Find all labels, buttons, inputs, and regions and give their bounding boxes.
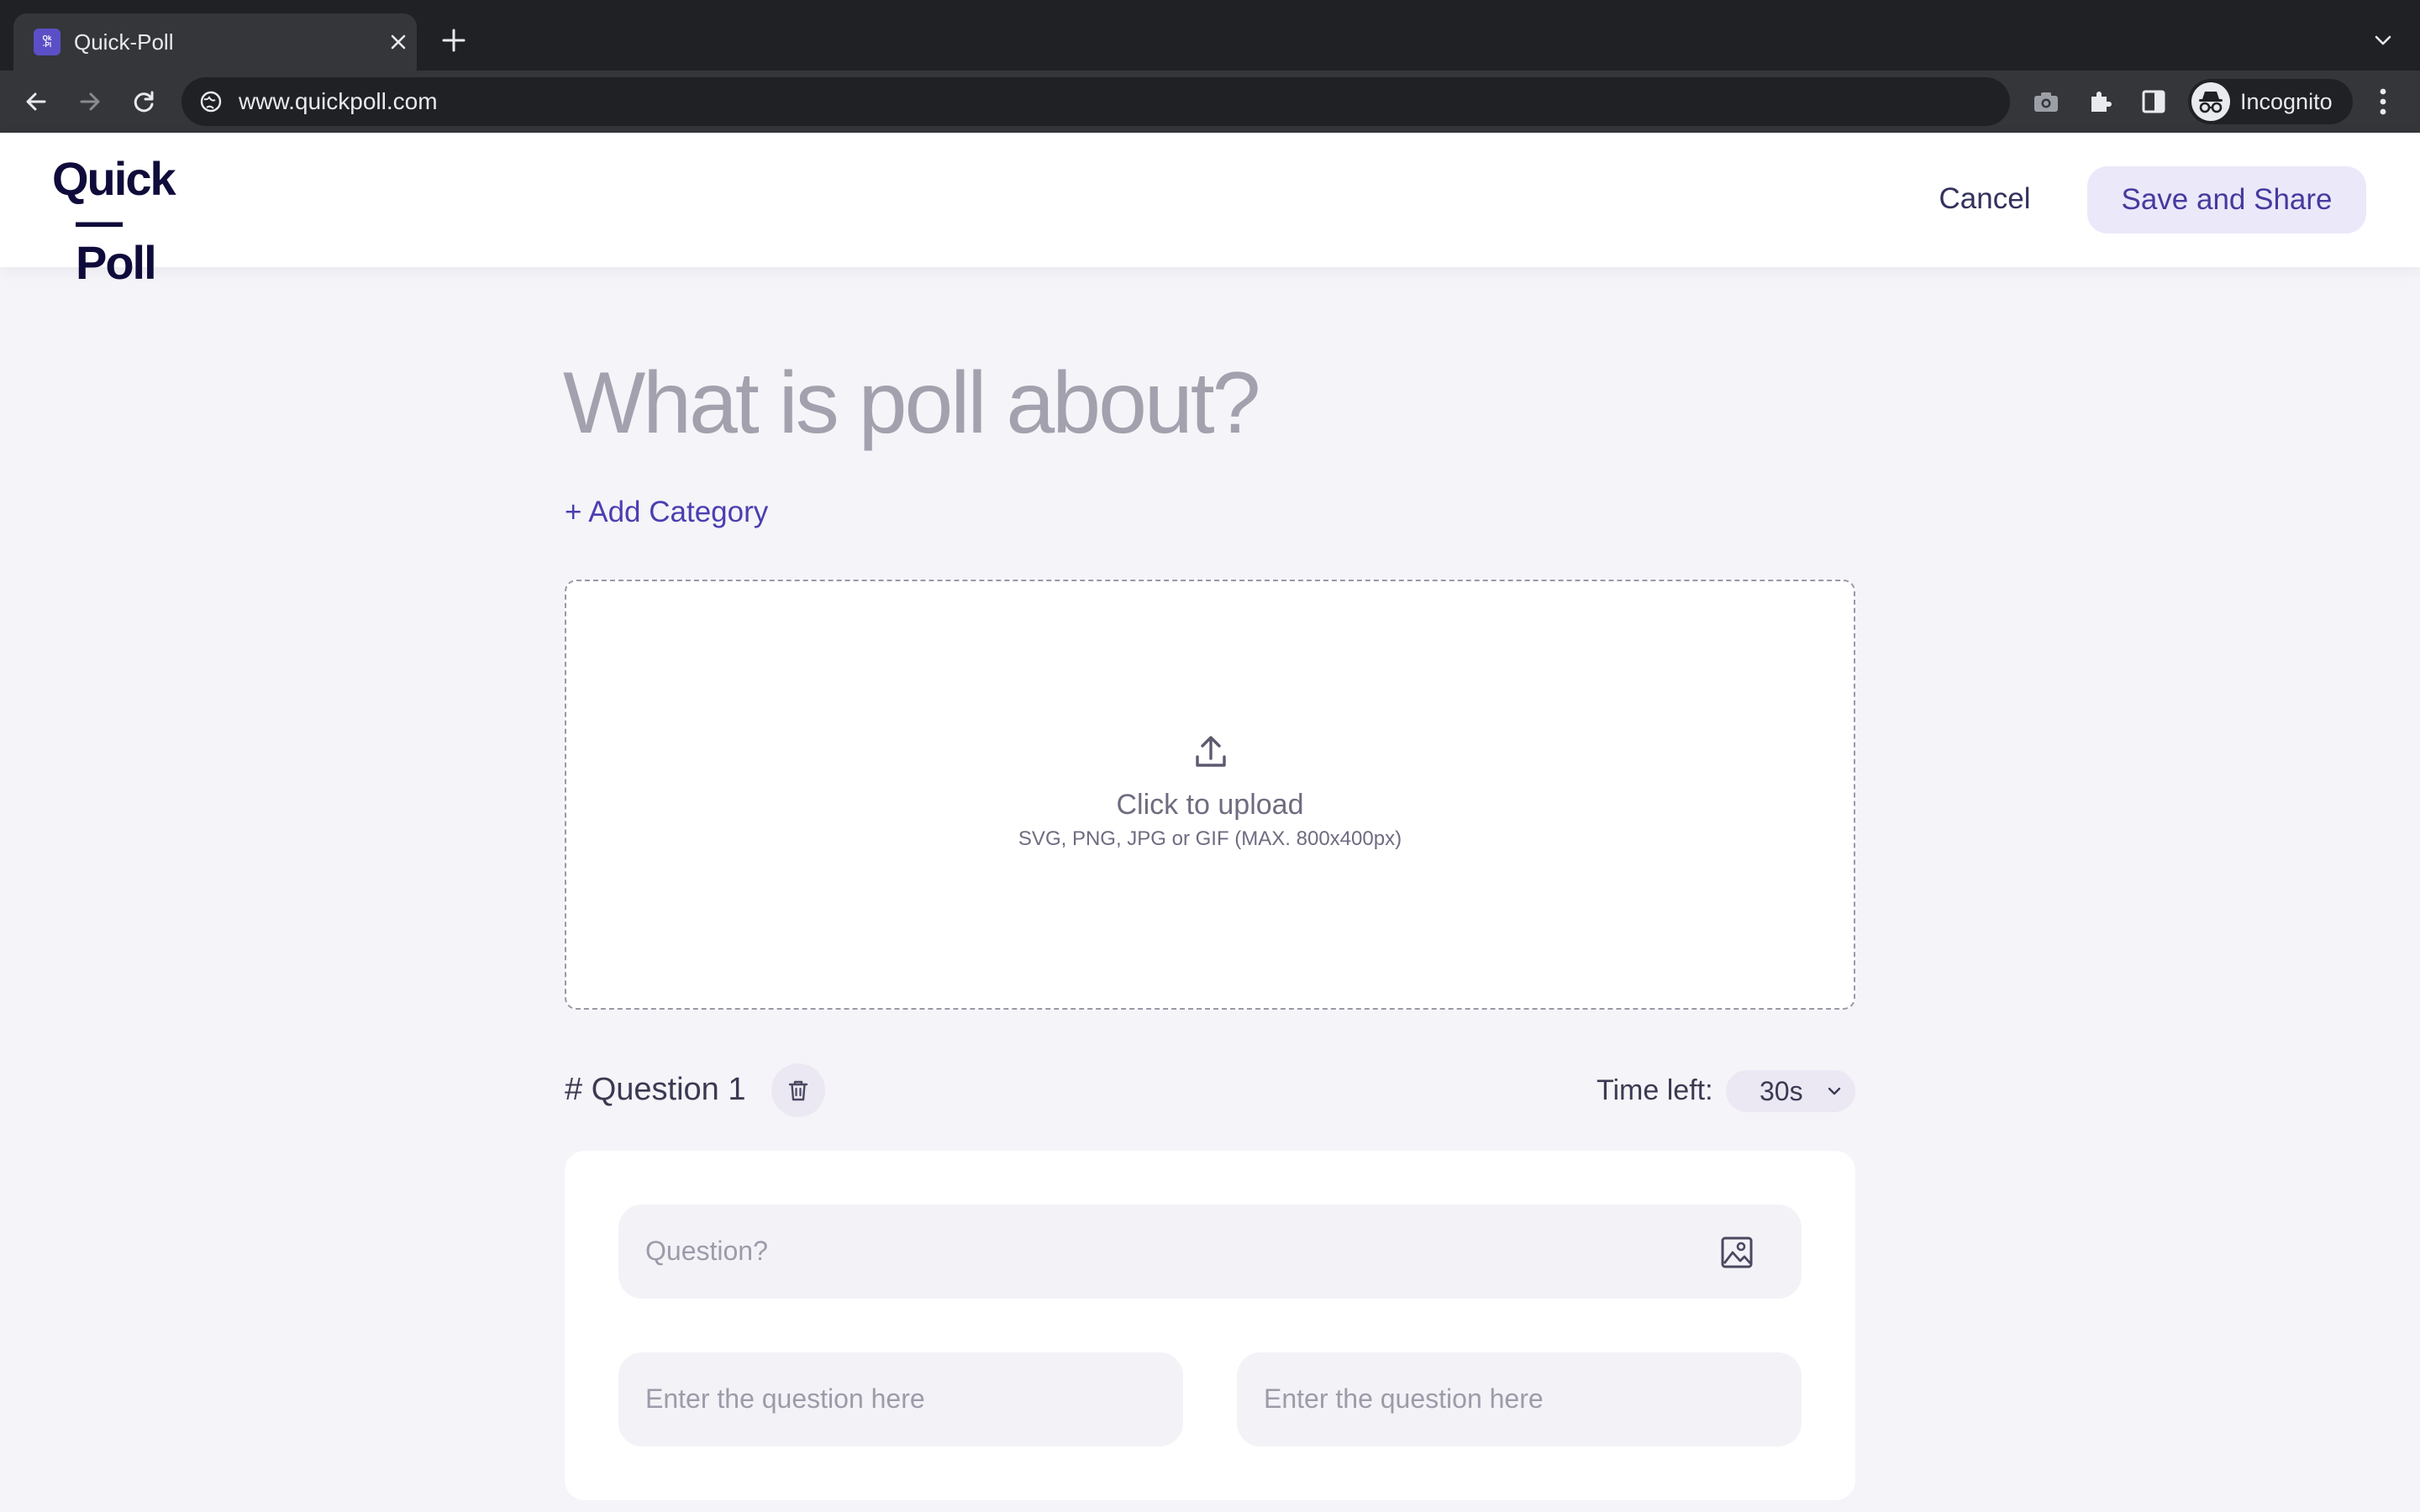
url-text: www.quickpoll.com <box>239 88 438 114</box>
answer-input-2[interactable]: Enter the question here <box>1237 1352 1802 1446</box>
upload-title: Click to upload <box>1116 789 1304 821</box>
add-category-button[interactable]: + Add Category <box>565 492 768 533</box>
favicon-icon: Qk -Pl <box>34 29 60 55</box>
kebab-menu-icon[interactable] <box>2368 82 2398 121</box>
incognito-icon <box>2191 82 2230 121</box>
question-placeholder: Question? <box>645 1236 768 1266</box>
image-icon[interactable] <box>1719 1235 1754 1270</box>
question-card: Question? Enter the question here Enter … <box>565 1151 1855 1500</box>
logo[interactable]: Quick —Poll <box>52 152 195 286</box>
image-upload-dropzone[interactable]: Click to upload SVG, PNG, JPG or GIF (MA… <box>565 580 1855 1010</box>
site-info-icon[interactable] <box>198 89 224 114</box>
answer-placeholder: Enter the question here <box>1264 1383 1544 1414</box>
reload-icon[interactable] <box>123 81 165 123</box>
plus-icon[interactable] <box>434 20 474 60</box>
time-left-select[interactable]: 30s <box>1726 1070 1855 1112</box>
cancel-button[interactable]: Cancel <box>1912 166 2057 232</box>
tab-title: Quick-Poll <box>74 29 174 55</box>
time-left-label: Time left: <box>1597 1074 1713 1106</box>
puzzle-icon[interactable] <box>2082 84 2118 119</box>
camera-icon[interactable] <box>2028 84 2064 119</box>
arrow-left-icon[interactable] <box>15 81 57 123</box>
chevron-down-icon[interactable] <box>2366 24 2400 57</box>
trash-icon[interactable] <box>771 1063 825 1117</box>
upload-hint: SVG, PNG, JPG or GIF (MAX. 800x400px) <box>1018 827 1402 850</box>
question-number-label: # Question 1 <box>565 1072 746 1107</box>
browser-tab[interactable]: Qk -Pl Quick-Poll <box>13 13 417 71</box>
browser-tab-bar: Qk -Pl Quick-Poll <box>0 0 2420 71</box>
address-bar[interactable]: www.quickpoll.com <box>182 77 2010 126</box>
app-header: Quick —Poll Cancel Save and Share <box>0 133 2420 286</box>
browser-toolbar: www.quickpoll.com Incognito <box>0 71 2420 133</box>
question-input[interactable]: Question? <box>618 1205 1802 1299</box>
profile-button[interactable]: Incognito <box>2188 79 2353 124</box>
save-and-share-button[interactable]: Save and Share <box>2087 166 2366 234</box>
arrow-right-icon[interactable] <box>69 81 111 123</box>
chevron-down-icon <box>1825 1082 1844 1100</box>
logo-line-1: Quick <box>52 152 176 205</box>
close-icon[interactable] <box>383 27 413 57</box>
answer-placeholder: Enter the question here <box>645 1383 925 1414</box>
profile-label: Incognito <box>2240 89 2333 114</box>
answer-input-1[interactable]: Enter the question here <box>618 1352 1183 1446</box>
logo-line-2: —Poll <box>76 194 157 289</box>
poll-title-input[interactable]: What is poll about? <box>563 353 1655 454</box>
time-left-value: 30s <box>1760 1076 1803 1106</box>
upload-icon <box>1192 732 1230 771</box>
side-panel-icon[interactable] <box>2136 84 2171 119</box>
